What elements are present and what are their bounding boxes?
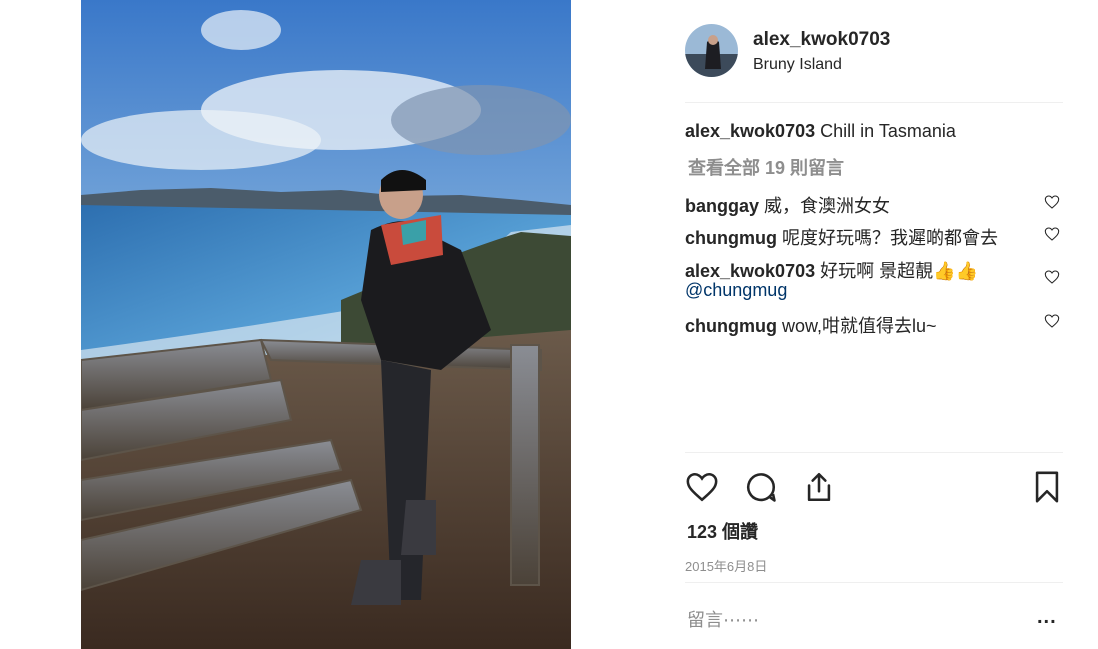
comment-username[interactable]: banggay (685, 196, 759, 216)
comment-text: 威，食澳洲女女 (764, 196, 891, 216)
post-date: 2015年6月8日 (685, 559, 768, 574)
comment-item: chungmug 呢度好玩嗎？我遲啲都會去 (685, 224, 998, 250)
post-location[interactable]: Bruny Island (753, 56, 842, 74)
post-username[interactable]: alex_kwok0703 (753, 29, 890, 51)
header-divider (685, 102, 1063, 103)
post-details-panel: alex_kwok0703 Bruny Island alex_kwok0703… (685, 0, 1063, 649)
more-options-button[interactable]: ... (1037, 606, 1057, 629)
comment-like-heart-icon[interactable] (1044, 269, 1060, 285)
avatar[interactable] (685, 24, 738, 77)
comment-input[interactable]: 留言⋯⋯ (687, 606, 759, 632)
comment-like-heart-icon[interactable] (1044, 226, 1060, 242)
comment-like-heart-icon[interactable] (1044, 194, 1060, 210)
comment-username[interactable]: alex_kwok0703 (685, 261, 815, 281)
action-bar (685, 470, 1063, 504)
post-header: alex_kwok0703 Bruny Island (685, 24, 1063, 80)
likes-count[interactable]: 123 個讚 (687, 518, 758, 544)
comment-username[interactable]: chungmug (685, 228, 777, 248)
comment-mention-link[interactable]: @chungmug (685, 280, 787, 300)
comment-bubble-icon[interactable] (744, 470, 778, 504)
caption-username[interactable]: alex_kwok0703 (685, 121, 815, 141)
comment-mention-line: @chungmug (685, 280, 787, 301)
caption-text: Chill in Tasmania (820, 121, 956, 141)
share-upload-icon[interactable] (802, 470, 836, 504)
comment-item: banggay 威，食澳洲女女 (685, 192, 890, 218)
comment-username[interactable]: chungmug (685, 316, 777, 336)
comment-like-heart-icon[interactable] (1044, 313, 1060, 329)
post-caption: alex_kwok0703 Chill in Tasmania (685, 121, 956, 142)
comment-text: wow,咁就值得去lu~ (782, 316, 937, 336)
comment-item: chungmug wow,咁就值得去lu~ (685, 312, 937, 338)
post-photo-image (81, 0, 571, 649)
heart-icon[interactable] (685, 470, 719, 504)
actions-divider (685, 452, 1063, 453)
comment-text: 好玩啊 景超靚👍👍 (820, 261, 978, 281)
comment-box-divider (685, 582, 1063, 583)
bookmark-icon[interactable] (1030, 470, 1064, 504)
comment-text: 呢度好玩嗎？我遲啲都會去 (782, 228, 999, 248)
post-photo[interactable] (81, 0, 571, 649)
view-all-comments-link[interactable]: 查看全部 19 則留言 (688, 154, 844, 180)
